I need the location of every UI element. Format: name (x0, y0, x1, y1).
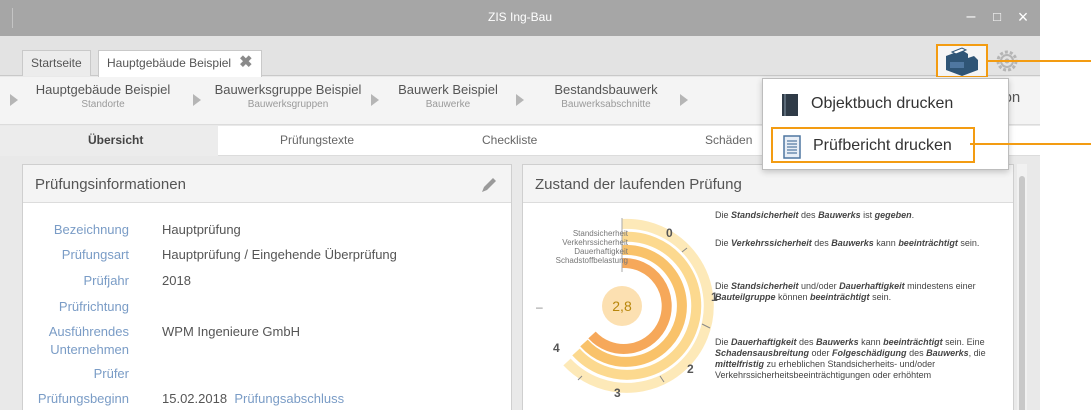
info-label: Prüfungsart (61, 247, 129, 262)
description-text: Die Dauerhaftigkeit des Bauwerks kann be… (715, 337, 986, 380)
info-value: 2018 (162, 273, 191, 288)
info-value: Hauptprüfung / Eingehende Überprüfung (162, 247, 397, 262)
scale-label: 3 (614, 386, 621, 400)
breadcrumb-sublabel: Standorte (81, 99, 125, 110)
tab-close-icon[interactable]: ✖ (239, 51, 252, 75)
tab-pruefungstexte[interactable]: Prüfungstexte (280, 133, 354, 147)
info-label: Prüfjahr (83, 273, 129, 288)
breadcrumb-label: Hauptgebäude Beispiel (35, 82, 171, 97)
breadcrumb-sublabel: Bauwerksabschnitte (561, 99, 651, 110)
breadcrumb-label: Bestandsbauwerk (554, 82, 658, 97)
legend-item: Dauerhaftigkeit (574, 247, 628, 256)
gauge-legend: Standsicherheit Verkehrssicherheit Dauer… (530, 229, 628, 265)
info-value: Hauptprüfung (162, 222, 241, 237)
breadcrumb-item[interactable]: Bauwerksgruppe Beispiel Bauwerksgruppen (213, 82, 363, 110)
breadcrumb-item[interactable]: Bestandsbauwerk Bauwerksabschnitte (536, 82, 676, 110)
breadcrumb-arrow-icon (371, 94, 379, 106)
info-label: Ausführendes (48, 324, 129, 339)
legend-item: Schadstoffbelastung (555, 256, 628, 265)
breadcrumb-sublabel: Bauwerke (425, 99, 471, 110)
scale-label: 2 (687, 362, 694, 376)
info-value: WPM Ingenieure GmbH (162, 324, 300, 339)
breadcrumb-sublabel: Bauwerksgruppen (247, 99, 329, 110)
description-text: Die Standsicherheit des Bauwerks ist geg… (715, 210, 915, 220)
pruefungsabschluss-link[interactable]: Prüfungsabschluss (234, 391, 344, 406)
score-value: 2,8 (612, 298, 632, 314)
info-value: 15.02.2018 Prüfungsabschluss (162, 391, 344, 406)
app-window: ZIS Ing-Bau – □ × Startseite Hauptgebäud… (0, 0, 1040, 410)
title-bar: ZIS Ing-Bau – □ × (0, 0, 1040, 36)
window-title: ZIS Ing-Bau (487, 10, 553, 24)
breadcrumb-label: Bauwerksgruppe Beispiel (214, 82, 362, 97)
minimize-button[interactable]: – (960, 6, 982, 28)
legend-item: Standsicherheit (572, 229, 628, 238)
info-label: Prüfungsbeginn (37, 391, 129, 406)
info-label: Bezeichnung (53, 222, 129, 237)
legend-item: Verkehrssicherheit (562, 238, 628, 247)
date-value: 15.02.2018 (162, 391, 228, 406)
panel-title: Zustand der laufenden Prüfung (523, 165, 1013, 203)
callout-line-print (988, 60, 1091, 62)
scale-dash: – (536, 300, 543, 314)
tab-label: Startseite (31, 56, 82, 70)
info-label: Unternehmen (50, 342, 129, 357)
tab-hauptgebaeude[interactable]: Hauptgebäude Beispiel ✖ (98, 50, 262, 77)
menu-item-label: Prüfbericht drucken (813, 137, 952, 154)
tab-startseite[interactable]: Startseite (22, 50, 91, 76)
pruefungsinfo-panel: Prüfungsinformationen Bezeichnung Hauptp… (22, 164, 512, 410)
breadcrumb-item[interactable]: Bauwerk Beispiel Bauwerke (388, 82, 508, 110)
book-icon (782, 94, 798, 116)
print-menu: Objektbuch drucken Prüfbericht drucken (762, 78, 1009, 170)
callout-line-report (970, 143, 1091, 145)
menu-item-label: Objektbuch drucken (811, 95, 954, 112)
tab-bar: Startseite Hauptgebäude Beispiel ✖ (0, 36, 1040, 77)
breadcrumb-arrow-icon (516, 94, 524, 106)
breadcrumb-arrow-icon (193, 94, 201, 106)
menu-item-objektbuch[interactable]: Objektbuch drucken (771, 87, 1001, 123)
printer-icon (946, 47, 978, 76)
menu-item-pruefbericht[interactable]: Prüfbericht drucken (771, 127, 975, 163)
panel-title: Prüfungsinformationen (23, 165, 511, 203)
breadcrumb-label: Bauwerk Beispiel (398, 82, 498, 97)
maximize-button[interactable]: □ (986, 6, 1008, 28)
close-button[interactable]: × (1012, 6, 1034, 28)
edit-pencil-icon[interactable] (479, 175, 499, 195)
tab-label: Hauptgebäude Beispiel (107, 56, 232, 70)
tab-uebersicht[interactable]: Übersicht (88, 133, 143, 147)
description-text: Die Verkehrssicherheit des Bauwerks kann… (715, 238, 980, 248)
info-label: Prüfer (93, 366, 129, 381)
breadcrumb-item[interactable]: Hauptgebäude Beispiel Standorte (28, 82, 178, 110)
scale-label: 0 (666, 226, 673, 240)
print-button[interactable] (936, 44, 988, 78)
scale-label: 4 (553, 341, 560, 355)
tab-checkliste[interactable]: Checkliste (482, 133, 537, 147)
report-document-icon (783, 135, 801, 159)
breadcrumb-arrow-icon (680, 94, 688, 106)
tab-schaeden[interactable]: Schäden (705, 133, 752, 147)
scrollbar-thumb[interactable] (1019, 176, 1025, 410)
breadcrumb-arrow-icon (10, 94, 18, 106)
info-label: Prüfrichtung (58, 299, 129, 314)
description-text: Die Standsicherheit und/oder Dauerhaftig… (715, 281, 976, 302)
